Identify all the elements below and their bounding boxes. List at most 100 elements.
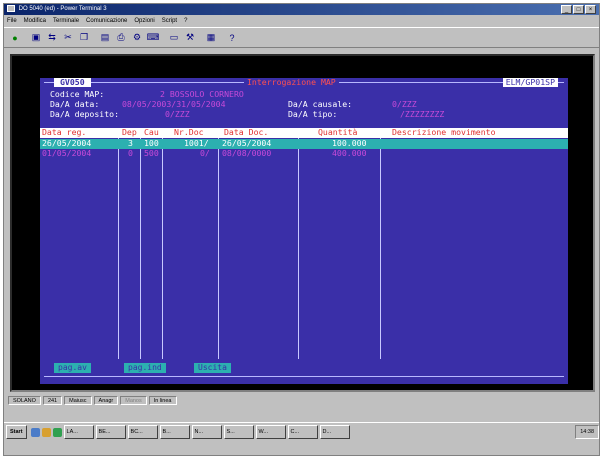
program-code: GV050 <box>54 78 91 87</box>
system-tray: 14:38 <box>575 425 599 439</box>
status-bar: SOLANO 241 Maiusc Anagr Manos In linea <box>4 394 599 406</box>
window-title: DO 5040 (ed) - Power Terminal 3 <box>18 6 107 12</box>
status-caps: Maiusc <box>64 395 92 405</box>
program-id: ELM/GP01SP <box>502 78 558 87</box>
desktop-icon[interactable] <box>41 427 51 437</box>
col-divider <box>118 138 119 359</box>
col-divider <box>298 138 299 359</box>
col-data-doc: Data Doc. <box>224 127 269 137</box>
cell-nr-doc: 1001/ <box>184 138 209 148</box>
col-cau: Cau <box>144 127 159 137</box>
save-icon[interactable]: ▣ <box>29 31 43 45</box>
menu-opzioni[interactable]: Opzioni <box>134 16 154 27</box>
app-window: DO 5040 (ed) - Power Terminal 3 _ □ × Fi… <box>3 3 600 456</box>
causale-field[interactable]: 0/ZZZ <box>392 100 417 109</box>
clock: 14:38 <box>580 429 594 435</box>
cell-data-reg: 26/05/2004 <box>42 138 92 148</box>
copy-icon[interactable]: ❐ <box>77 31 91 45</box>
col-nr-doc: Nr.Doc <box>174 127 204 137</box>
paste-icon[interactable]: ▤ <box>98 31 112 45</box>
menu-modifica[interactable]: Modifica <box>24 16 46 27</box>
menu-comunicazione[interactable]: Comunicazione <box>86 16 127 27</box>
tipo-label: Da/A tipo: <box>288 109 338 119</box>
task-button[interactable]: S... <box>223 425 254 439</box>
col-descrizione: Descrizione movimento <box>392 127 496 137</box>
email-icon[interactable] <box>52 427 62 437</box>
print-icon[interactable]: ⎙ <box>114 31 128 45</box>
new-icon[interactable]: ● <box>8 31 22 45</box>
menu-bar: File Modifica Terminale Comunicazione Op… <box>4 16 599 27</box>
task-button[interactable]: C... <box>287 425 318 439</box>
toolbar: ● ▣ ⇆ ✂ ❐ ▤ ⎙ ⚙ ⌨ ▭ ⚒ ▦ ? <box>4 27 599 48</box>
grid-icon[interactable]: ▦ <box>204 31 218 45</box>
table-header: Data reg. Dep Cau Nr.Doc Data Doc. Quant… <box>40 128 568 138</box>
task-button[interactable]: BE... <box>95 425 126 439</box>
menu-terminale[interactable]: Terminale <box>53 16 79 27</box>
tipo-field[interactable]: /ZZZZZZZZ <box>400 110 444 119</box>
cell-dep: 0 <box>128 148 133 158</box>
app-icon <box>7 4 15 12</box>
col-data-reg: Data reg. <box>42 127 87 137</box>
function-keys: pag.av pag.ind Uscita <box>40 361 568 375</box>
cut-icon[interactable]: ✂ <box>61 31 75 45</box>
task-button[interactable]: BC... <box>127 425 158 439</box>
cell-data-doc: 26/05/2004 <box>222 138 272 148</box>
col-divider <box>218 138 219 359</box>
task-button[interactable]: N... <box>191 425 222 439</box>
taskbar: Start LA... BE... BC... B... N... S... W… <box>4 422 599 441</box>
table-row[interactable]: 26/05/2004 3 100 1001/ 26/05/2004 100.00… <box>40 139 568 149</box>
keyboard-icon[interactable]: ⌨ <box>146 31 160 45</box>
cell-cau: 100 <box>144 138 159 148</box>
task-button[interactable]: W... <box>255 425 286 439</box>
codice-field[interactable]: 2 BOSSOLO CORNERO <box>160 90 244 99</box>
menu-file[interactable]: File <box>7 16 17 27</box>
connect-icon[interactable]: ⇆ <box>45 31 59 45</box>
page-down-key[interactable]: pag.av <box>54 363 91 373</box>
status-session: SOLANO <box>8 395 41 405</box>
cell-data-reg: 01/05/2004 <box>42 148 92 158</box>
status-mode: Anagr <box>93 395 119 405</box>
window-icon[interactable]: ▭ <box>167 31 181 45</box>
codice-label: Codice MAP: <box>50 89 105 99</box>
cell-dep: 3 <box>128 138 133 148</box>
col-divider <box>162 138 163 359</box>
terminal-screen[interactable]: GV050 Interrogazione MAP ELM/GP01SP Codi… <box>10 54 595 392</box>
menu-help[interactable]: ? <box>184 16 187 27</box>
col-divider <box>380 138 381 359</box>
window-controls: _ □ × <box>561 5 596 14</box>
status-extra: Manos <box>120 395 147 405</box>
menu-script[interactable]: Script <box>162 16 177 27</box>
col-divider <box>140 138 141 359</box>
cell-quantita: 100.000 <box>332 138 367 148</box>
col-dep: Dep <box>122 127 137 137</box>
terminal-form: GV050 Interrogazione MAP ELM/GP01SP Codi… <box>40 78 568 384</box>
tools-icon[interactable]: ⚒ <box>183 31 197 45</box>
status-position: 241 <box>42 395 63 405</box>
form-title: Interrogazione MAP <box>244 78 339 87</box>
browser-icon[interactable] <box>30 427 40 437</box>
task-button[interactable]: B... <box>159 425 190 439</box>
footer-border <box>44 376 564 377</box>
start-button[interactable]: Start <box>6 425 27 439</box>
cell-cau: 500 <box>144 148 159 158</box>
da-data-label: Da/A data: <box>50 99 100 109</box>
table-row[interactable]: 01/05/2004 0 500 0/ 08/08/0000 400.000 <box>40 149 568 159</box>
maximize-button[interactable]: □ <box>573 5 584 14</box>
page-up-key[interactable]: pag.ind <box>124 363 166 373</box>
exit-key[interactable]: Uscita <box>194 363 231 373</box>
deposito-label: Da/A deposito: <box>50 109 120 119</box>
status-connection: In linea <box>148 395 177 405</box>
col-quantita: Quantità <box>318 127 358 137</box>
task-button[interactable]: LA... <box>63 425 94 439</box>
task-button[interactable]: D... <box>319 425 350 439</box>
help-icon[interactable]: ? <box>225 31 239 45</box>
cell-quantita: 400.000 <box>332 148 367 158</box>
cell-data-doc: 08/08/0000 <box>222 148 272 158</box>
deposito-field[interactable]: 0/ZZZ <box>165 110 190 119</box>
da-data-field[interactable]: 08/05/2003/31/05/2004 <box>122 100 226 109</box>
cell-nr-doc: 0/ <box>200 148 210 158</box>
settings-icon[interactable]: ⚙ <box>130 31 144 45</box>
minimize-button[interactable]: _ <box>561 5 572 14</box>
close-button[interactable]: × <box>585 5 596 14</box>
causale-label: Da/A causale: <box>288 99 353 109</box>
